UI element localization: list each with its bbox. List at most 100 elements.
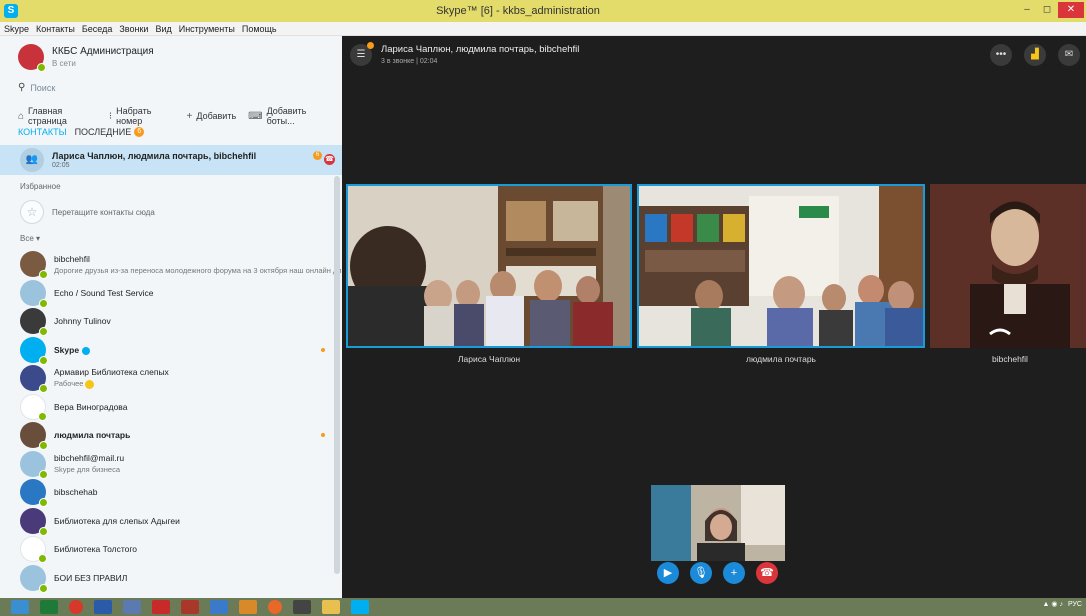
contact-name: Библиотека Толстого <box>54 544 137 554</box>
more-options-icon[interactable]: ••• <box>990 44 1012 66</box>
contact-list-item[interactable]: людмила почтарь <box>20 421 335 451</box>
contact-name: людмила почтарь <box>54 430 130 440</box>
search-input[interactable]: Поиск <box>30 83 55 93</box>
contact-list-item[interactable]: Skype <box>20 336 335 365</box>
menu-conversation[interactable]: Беседа <box>82 24 112 34</box>
home-button[interactable]: ⌂ Главная страница <box>18 106 97 126</box>
app-icon[interactable] <box>239 600 257 614</box>
participant-name-3: bibchehfil <box>992 354 1028 364</box>
tab-recent[interactable]: ПОСЛЕДНИЕ <box>75 127 132 137</box>
call-quality-icon[interactable]: ▟ <box>1024 44 1046 66</box>
minimize-button[interactable]: – <box>1018 2 1036 18</box>
contact-list-item[interactable]: Библиотека для слепых Адыгеи <box>20 507 335 536</box>
menu-bar: Skype Контакты Беседа Звонки Вид Инструм… <box>0 22 1086 36</box>
contact-name: БОИ БЕЗ ПРАВИЛ <box>54 573 127 583</box>
menu-calls[interactable]: Звонки <box>119 24 148 34</box>
firefox-icon[interactable] <box>268 600 282 614</box>
contact-name-text: Echo / Sound Test Service <box>54 287 154 298</box>
contact-list-item[interactable]: bibchehfil Дорогие друзья из-за переноса … <box>20 250 342 280</box>
maximize-button[interactable]: ◻ <box>1038 2 1056 18</box>
search-box[interactable]: ⚲ Поиск <box>18 82 55 93</box>
sidebar: ККБС Администрация В сети ⚲ Поиск ⌂ Главн… <box>0 36 342 598</box>
tab-contacts[interactable]: КОНТАКТЫ <box>18 127 67 137</box>
call-title: Лариса Чаплюн, людмила почтарь, bibchehf… <box>381 44 580 55</box>
menu-tools[interactable]: Инструменты <box>179 24 235 34</box>
video-feed-image <box>348 186 630 346</box>
call-header-actions: ••• ▟ ✉ <box>978 44 1080 66</box>
contact-name: Библиотека для слепых Адыгеи <box>54 516 180 526</box>
emoji-icon <box>85 380 95 389</box>
group-icon: 👥 <box>20 148 44 172</box>
acrobat-icon[interactable] <box>152 600 170 614</box>
video-tile-participant-2[interactable] <box>637 184 925 348</box>
video-tile-participant-3[interactable] <box>930 184 1086 348</box>
chat-icon[interactable]: ✉ <box>1058 44 1080 66</box>
mute-button[interactable]: 🎙 <box>690 562 712 584</box>
contact-list-item[interactable]: Johnny Tulinov <box>20 307 335 337</box>
skype-app-icon: S <box>4 4 18 18</box>
video-feed-image <box>639 186 923 346</box>
add-bots-button[interactable]: ⌨ Добавить боты... <box>248 106 330 126</box>
app-icon[interactable] <box>94 600 112 614</box>
add-bots-label: Добавить боты... <box>266 106 307 126</box>
add-contact-button[interactable]: + Добавить <box>187 111 237 122</box>
video-feed-image <box>930 184 1086 348</box>
menu-contacts[interactable]: Контакты <box>36 24 75 34</box>
app-icon[interactable] <box>293 600 311 614</box>
contact-name-text: Армавир Библиотека слепых <box>54 367 169 378</box>
start-icon[interactable] <box>11 600 29 614</box>
microphone-icon: 🎙 <box>694 567 708 579</box>
contact-list-item[interactable]: bibschehab <box>20 478 335 508</box>
call-subtitle: 3 в звонке | 02:04 <box>381 58 438 65</box>
menu-skype[interactable]: Skype <box>4 24 29 34</box>
language-icon[interactable]: РУС <box>1068 601 1082 608</box>
contact-list-item[interactable]: Echo / Sound Test Service <box>20 279 335 308</box>
call-list-icon[interactable]: ☰ <box>350 42 374 66</box>
excel-icon[interactable] <box>40 600 58 614</box>
tray-icons[interactable]: ▲ ◉ ♪ <box>1043 600 1063 608</box>
self-view-video[interactable] <box>651 485 785 561</box>
contact-name: bibchehfil <box>54 254 342 264</box>
unread-dot-icon <box>321 433 325 437</box>
contact-name-text: людмила почтарь <box>54 430 131 441</box>
favorites-dropzone[interactable]: ☆ Перетащите контакты сюда <box>20 200 155 224</box>
contact-list-item[interactable]: Вера Виноградова <box>20 393 335 422</box>
self-video-image <box>651 485 785 561</box>
online-status-icon <box>38 554 47 564</box>
profile-status[interactable]: В сети <box>52 59 154 68</box>
explorer-icon[interactable] <box>322 600 340 614</box>
video-tile-participant-1[interactable] <box>346 184 632 348</box>
star-icon: ☆ <box>20 200 44 224</box>
close-button[interactable]: ✕ <box>1058 2 1084 18</box>
contact-list-item[interactable]: Библиотека Толстого <box>20 535 335 564</box>
contact-list-item[interactable]: БОИ БЕЗ ПРАВИЛ <box>20 564 335 593</box>
home-icon: ⌂ <box>18 110 25 122</box>
menu-view[interactable]: Вид <box>155 24 171 34</box>
contact-list-item[interactable]: Армавир Библиотека слепых Рабочее <box>20 364 335 394</box>
chrome-icon[interactable] <box>69 600 83 614</box>
online-status-icon <box>39 583 48 593</box>
window-controls: – ◻ ✕ <box>1018 0 1086 22</box>
contact-name: Johnny Tulinov <box>54 316 111 326</box>
profile-avatar <box>18 44 46 72</box>
menu-help[interactable]: Помощь <box>242 24 277 34</box>
window-title: Skype™ [6] - kkbs_administration <box>436 5 600 17</box>
app-icon[interactable] <box>123 600 141 614</box>
app-icon[interactable] <box>181 600 199 614</box>
active-call-item[interactable]: 👥 Лариса Чаплюн, людмила почтарь, bibche… <box>0 145 342 175</box>
end-call-button[interactable]: ☎ <box>756 562 778 584</box>
dial-button[interactable]: ⁝ Набрать номер <box>109 106 175 126</box>
app-icon[interactable] <box>210 600 228 614</box>
contact-avatar <box>20 450 48 479</box>
contact-mood-text: Дорогие друзья из-за переноса молодежног… <box>54 265 342 275</box>
all-contacts-filter[interactable]: Все ▾ <box>20 234 40 243</box>
video-toggle-button[interactable]: ▶ <box>657 562 679 584</box>
dial-label: Набрать номер <box>116 106 152 126</box>
add-to-call-button[interactable]: + <box>723 562 745 584</box>
windows-taskbar: ▲ ◉ ♪ РУС <box>0 598 1086 616</box>
end-call-icon[interactable]: ☎ <box>324 154 335 165</box>
sidebar-scrollbar[interactable] <box>334 176 340 574</box>
profile-card[interactable]: ККБС Администрация В сети <box>18 44 154 72</box>
contact-list-item[interactable]: bibchehfil@mail.ru Skype для бизнеса <box>20 450 335 479</box>
skype-taskbar-icon[interactable] <box>351 600 369 614</box>
